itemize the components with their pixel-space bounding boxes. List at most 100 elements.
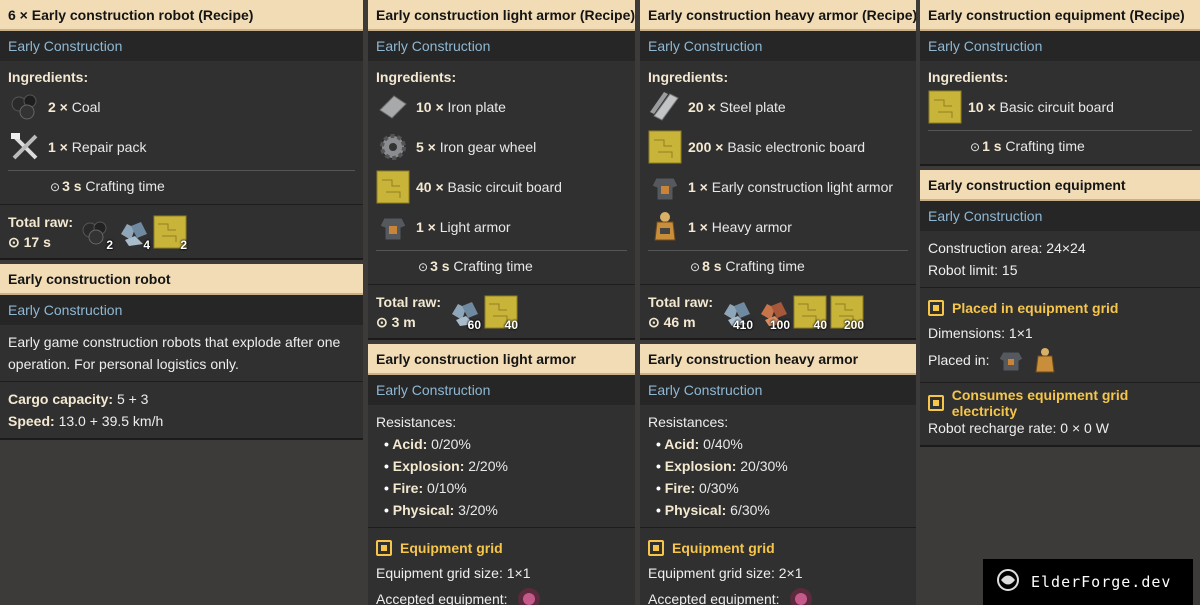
circuit-board-icon: 40	[792, 294, 828, 332]
equipment-grid-icon	[648, 540, 664, 556]
coal-icon	[8, 90, 42, 124]
clock-icon: ⊙	[970, 140, 981, 154]
total-time: 3 m	[391, 313, 416, 330]
heavy-armor-item-tooltip: Early construction heavy armor Early Con…	[640, 344, 916, 605]
crafting-time: ⊙ 3 s Crafting time	[8, 170, 355, 198]
resistance-item: Fire: 0/10%	[384, 477, 627, 499]
resistance-item: Acid: 0/40%	[656, 433, 908, 455]
resistance-type: Acid:	[392, 436, 428, 452]
time-label: Crafting time	[85, 178, 165, 194]
light-armor-icon	[997, 346, 1025, 374]
circuit-board-icon	[928, 90, 962, 124]
equipment-grid-label: Equipment grid	[400, 540, 503, 556]
resistances-label: Resistances:	[648, 414, 729, 430]
ingredient-row: 10 × Basic circuit board	[928, 87, 1192, 127]
ingredients-label: Ingredients:	[8, 69, 89, 85]
accepted-equipment-label: Accepted equipment:	[376, 591, 508, 605]
item-group: Early Construction	[368, 375, 635, 405]
item-title: Early construction robot	[0, 264, 363, 295]
ingredient-name: Repair pack	[71, 139, 147, 155]
resistance-type: Explosion:	[392, 458, 465, 474]
ingredient-amount: 5 ×	[416, 139, 436, 155]
robot-limit-value: 15	[1001, 262, 1018, 278]
total-raw: Total raw: ⊙ 3 m 60 40	[368, 284, 635, 338]
ingredient-amount: 200 ×	[688, 139, 724, 155]
ingredient-name: Early construction light armor	[711, 179, 894, 195]
item-title: Early construction light armor	[368, 344, 635, 375]
ingredient-amount: 1 ×	[48, 139, 68, 155]
raw-count: 40	[504, 317, 518, 332]
heavy-armor-icon	[648, 210, 682, 244]
circuit-board-icon: 40	[483, 294, 519, 332]
grid-size-label: Equipment grid size:	[376, 565, 503, 581]
column-light-armor: Early construction light armor (Recipe) …	[368, 0, 635, 605]
raw-count: 4	[143, 237, 150, 252]
equipment-grid-heading: Equipment grid	[648, 534, 908, 562]
total-raw: Total raw: ⊙ 17 s 2 4 2	[0, 204, 363, 258]
item-group: Early Construction	[368, 31, 635, 61]
dimensions-label: Dimensions:	[928, 325, 1006, 341]
ingredient-row: 40 × Basic circuit board	[376, 167, 627, 207]
crafting-time: ⊙ 8 s Crafting time	[648, 250, 908, 278]
equipment-grid-label: Equipment grid	[672, 540, 775, 556]
steel-plate-icon	[648, 90, 682, 124]
watermark-text: ElderForge.dev	[1031, 573, 1172, 591]
robot-recipe-tooltip: 6 × Early construction robot (Recipe) Ea…	[0, 0, 363, 260]
equipment-grid-icon	[928, 395, 944, 411]
resistances-label: Resistances:	[376, 414, 457, 430]
resistance-item: Acid: 0/20%	[384, 433, 627, 455]
raw-count: 200	[843, 317, 864, 332]
elderforge-logo-icon	[995, 567, 1021, 598]
resistance-value: 3/20%	[458, 502, 498, 518]
recipe-title: Early construction heavy armor (Recipe)	[640, 0, 916, 31]
ingredient-row: 5 × Iron gear wheel	[376, 127, 627, 167]
ingredient-row: 20 × Steel plate	[648, 87, 908, 127]
ingredient-name: Coal	[71, 99, 101, 115]
grid-size-value: 2×1	[778, 565, 803, 581]
consumes-electricity-heading: Consumes equipment grid electricity	[928, 387, 1192, 419]
ingredient-name: Iron gear wheel	[439, 139, 537, 155]
total-raw-label: Total raw:	[8, 213, 74, 230]
equipment-item-tooltip: Early construction equipment Early Const…	[920, 170, 1200, 447]
ingredient-row: 1 × Light armor	[376, 207, 627, 247]
light-armor-item-tooltip: Early construction light armor Early Con…	[368, 344, 635, 605]
circuit-board-icon: 2	[152, 214, 188, 252]
construction-area-label: Construction area:	[928, 240, 1043, 256]
construction-area-value: 24×24	[1046, 240, 1086, 256]
item-group: Early Construction	[640, 31, 916, 61]
dimensions-value: 1×1	[1008, 325, 1033, 341]
resistance-item: Physical: 3/20%	[384, 499, 627, 521]
resistance-type: Physical:	[664, 502, 727, 518]
item-group: Early Construction	[0, 295, 363, 325]
ingredient-amount: 1 ×	[688, 219, 708, 235]
cargo-label: Cargo capacity:	[8, 391, 114, 407]
copper-ore-icon: 100	[755, 294, 791, 332]
ingredient-amount: 40 ×	[416, 179, 444, 195]
crafting-time: ⊙ 1 s Crafting time	[928, 130, 1192, 158]
circuit-board-icon	[376, 170, 410, 204]
crafting-time: ⊙ 3 s Crafting time	[376, 250, 627, 278]
clock-icon: ⊙	[418, 260, 429, 274]
resistance-value: 0/30%	[699, 480, 739, 496]
item-title: Early construction heavy armor	[640, 344, 916, 375]
resistance-type: Fire:	[664, 480, 696, 496]
ingredient-amount: 10 ×	[416, 99, 444, 115]
clock-icon: ⊙	[376, 313, 392, 330]
ingredient-amount: 10 ×	[968, 99, 996, 115]
total-raw-label: Total raw:	[376, 293, 442, 310]
resistance-value: 0/40%	[703, 436, 743, 452]
resistance-type: Acid:	[664, 436, 700, 452]
coal-icon: 2	[78, 214, 114, 252]
resistance-list: Acid: 0/40% Explosion: 20/30% Fire: 0/30…	[648, 433, 908, 521]
resistance-item: Fire: 0/30%	[656, 477, 908, 499]
ingredient-name: Basic electronic board	[727, 139, 866, 155]
item-group: Early Construction	[0, 31, 363, 61]
ingredient-amount: 1 ×	[416, 219, 436, 235]
placed-in-grid-heading: Placed in equipment grid	[928, 294, 1192, 322]
raw-count: 2	[180, 237, 187, 252]
raw-count: 100	[769, 317, 790, 332]
item-title: Early construction equipment	[920, 170, 1200, 201]
speed-label: Speed:	[8, 413, 55, 429]
ingredient-row: 2 × Coal	[8, 87, 355, 127]
recipe-title: Early construction light armor (Recipe)	[368, 0, 635, 31]
